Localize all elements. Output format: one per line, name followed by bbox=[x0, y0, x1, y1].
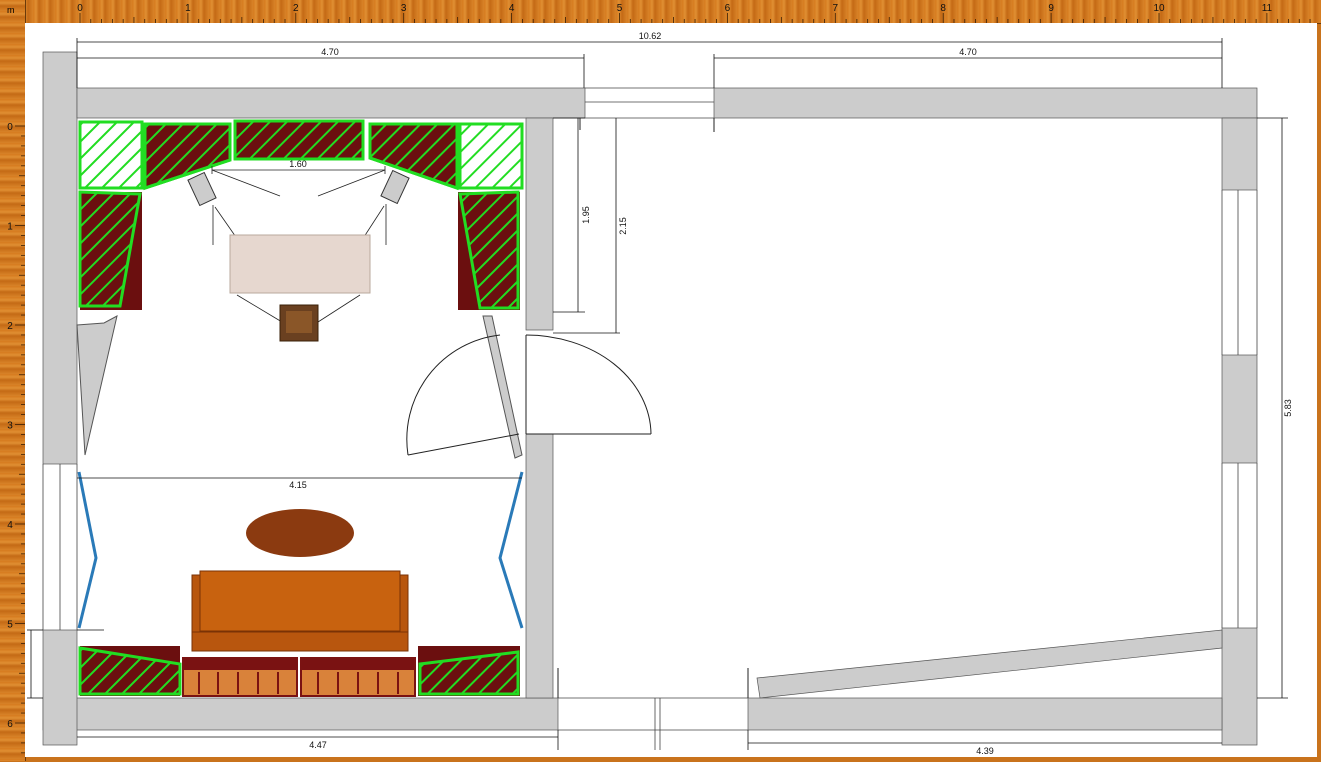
floor-plan: 10.62 4.70 4.70 1.60 1.95 2.15 4.15 5.83… bbox=[27, 31, 1293, 756]
absorber-top-1-hatch bbox=[143, 122, 232, 191]
diffusers bbox=[182, 657, 416, 697]
ruler-label-top: 10 bbox=[1153, 3, 1165, 14]
dim-bottom-left-width: 4.47 bbox=[309, 740, 327, 750]
wall-right-bottom bbox=[1221, 627, 1258, 746]
ruler-label-top: 4 bbox=[509, 3, 515, 14]
top-tick-group: 0 1 2 3 4 5 6 7 8 9 10 11 bbox=[77, 3, 1311, 23]
dim-left-top-width: 4.70 bbox=[321, 47, 339, 57]
ruler-label-left: 3 bbox=[7, 421, 13, 432]
left-tick-group: 0 1 2 3 4 5 6 bbox=[7, 122, 25, 754]
ruler-label-left: 0 bbox=[7, 122, 13, 133]
wall-angled bbox=[756, 629, 1223, 699]
ruler-label-left: 2 bbox=[7, 321, 13, 332]
wall-partition-upper bbox=[525, 117, 554, 331]
wall-bottom-right bbox=[747, 697, 1223, 731]
dim-right-height: 5.83 bbox=[1283, 399, 1293, 417]
curtain-left bbox=[77, 471, 98, 629]
speaker-right bbox=[380, 169, 410, 205]
ruler-label-left: 5 bbox=[7, 620, 13, 631]
speaker-left bbox=[187, 171, 217, 207]
floor-plan-canvas[interactable]: 10.62 4.70 4.70 1.60 1.95 2.15 4.15 5.83… bbox=[25, 23, 1317, 757]
wall-right-top bbox=[1221, 117, 1258, 191]
absorber-top-3-hatch bbox=[368, 122, 459, 191]
dim-total-width: 10.62 bbox=[639, 31, 662, 41]
door-swing-right bbox=[525, 334, 652, 435]
dim-room-width: 4.15 bbox=[289, 480, 307, 490]
ruler-label-top: 9 bbox=[1048, 3, 1054, 14]
dim-speaker-spacing: 1.60 bbox=[289, 159, 307, 169]
ruler-label-left: 4 bbox=[7, 520, 13, 531]
wall-partition-lower bbox=[525, 433, 554, 699]
ruler-label-top: 3 bbox=[401, 3, 407, 14]
door-panel-left bbox=[76, 315, 118, 456]
ruler-label-top: 8 bbox=[940, 3, 946, 14]
lounge bbox=[191, 509, 409, 652]
dim-right-top-width: 4.70 bbox=[959, 47, 977, 57]
absorber-corner-top-right bbox=[458, 122, 524, 190]
rug bbox=[246, 509, 354, 557]
wall-bottom-left bbox=[42, 697, 559, 731]
ruler-label-left: 6 bbox=[7, 719, 13, 730]
door-swing-main bbox=[406, 334, 501, 456]
dim-inner-height-b: 2.15 bbox=[618, 217, 628, 235]
ruler-label-top: 7 bbox=[833, 3, 839, 14]
ruler-label-left: 1 bbox=[7, 222, 13, 233]
ruler-label-top: 5 bbox=[617, 3, 623, 14]
wall-right-middle bbox=[1221, 354, 1258, 464]
studio-furniture bbox=[187, 166, 410, 342]
ruler-label-top: 11 bbox=[1262, 3, 1273, 14]
ruler-label-top: 0 bbox=[77, 3, 83, 14]
ruler-label-top: 2 bbox=[293, 3, 299, 14]
dim-bottom-right-width: 4.39 bbox=[976, 746, 994, 756]
wall-top-left bbox=[76, 87, 586, 119]
mixing-desk bbox=[229, 234, 371, 294]
absorber-corner-top-left bbox=[78, 120, 144, 190]
absorber-top-2-hatch bbox=[233, 119, 365, 161]
doors bbox=[76, 118, 749, 698]
wall-left-bottom bbox=[42, 629, 78, 746]
ruler-label-top: 1 bbox=[185, 3, 191, 14]
ruler-label-top: 6 bbox=[725, 3, 731, 14]
curtain-right bbox=[498, 471, 524, 629]
wall-left-top bbox=[42, 51, 78, 465]
wall-top-right bbox=[713, 87, 1258, 119]
dim-inner-height-a: 1.95 bbox=[581, 206, 591, 224]
